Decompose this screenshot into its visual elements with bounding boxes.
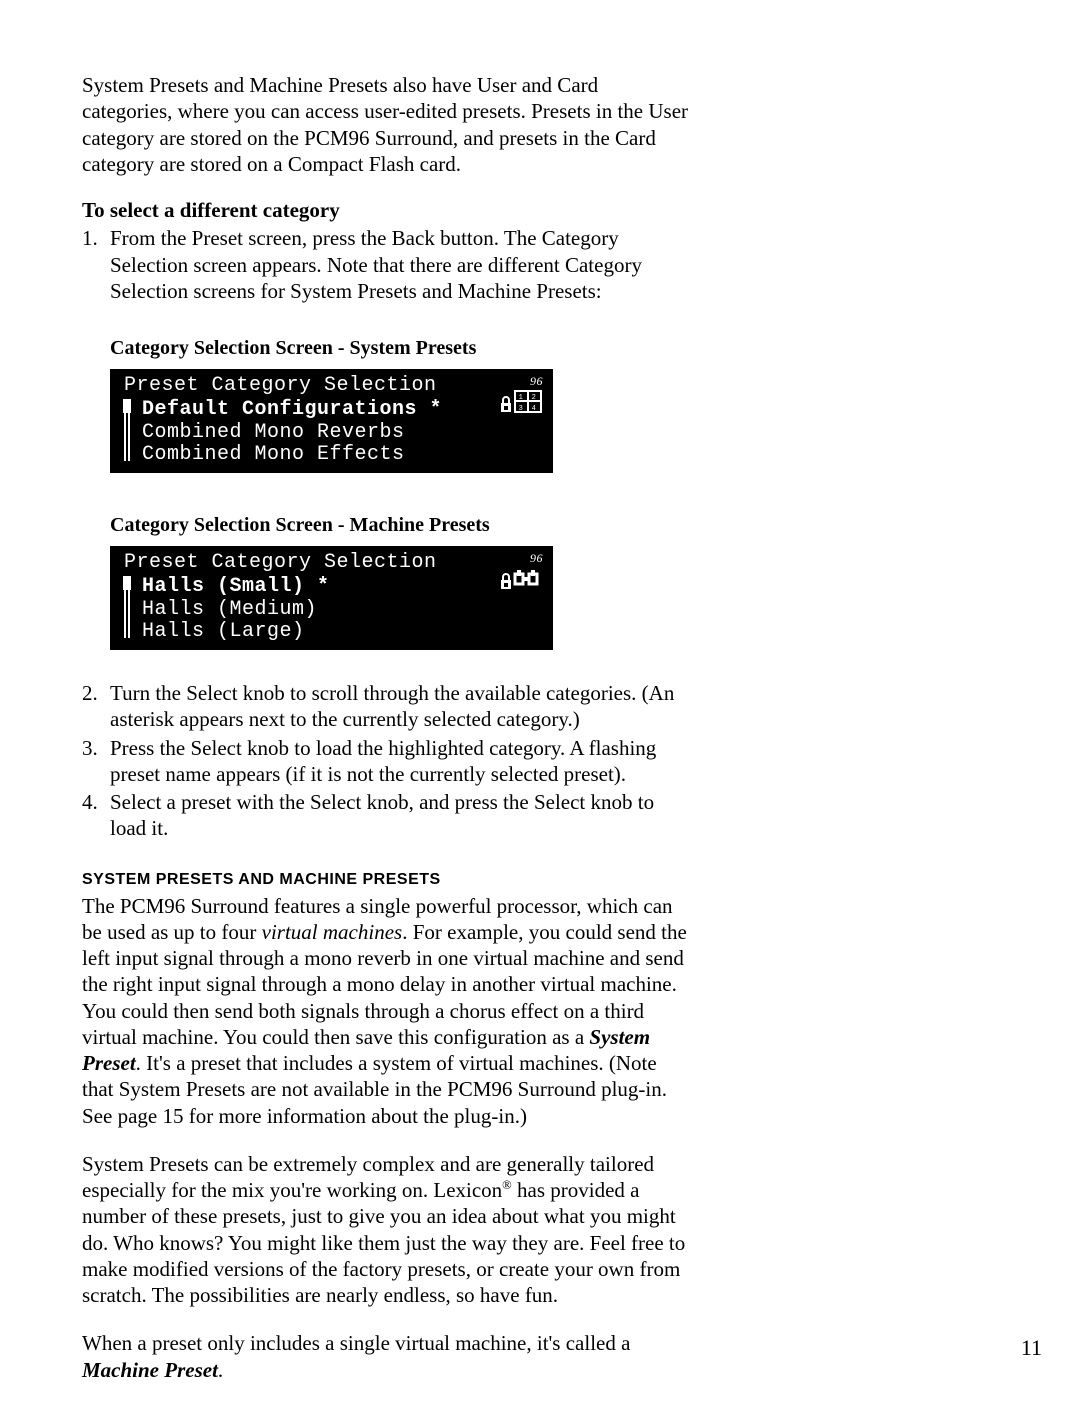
lcd-corner-icons: 96 [501,552,543,590]
svg-text:2: 2 [532,394,537,402]
body-para-3: When a preset only includes a single vir… [82,1330,692,1383]
step-4: 4. Select a preset with the Select knob,… [82,789,692,842]
svg-text:3: 3 [519,405,524,413]
step-text: Select a preset with the Select knob, an… [110,790,654,840]
lcd-corner-icons: 96 1 2 3 4 [501,375,543,413]
lock-and-machine-icon [501,566,543,590]
lcd-title: Preset Category Selection [124,552,539,574]
svg-text:1: 1 [519,394,524,402]
step-2: 2. Turn the Select knob to scroll throug… [82,680,692,733]
lcd-row: Halls (Medium) [124,599,539,621]
italic-run: virtual machines [262,920,403,944]
steps-list-top: 1. From the Preset screen, press the Bac… [82,225,692,304]
step-1: 1. From the Preset screen, press the Bac… [82,225,692,304]
sample-rate-label: 96 [501,552,543,564]
step-text: Turn the Select knob to scroll through t… [110,681,674,731]
step-num: 2. [82,680,104,706]
bold-run: Machine Preset [82,1358,218,1382]
intro-paragraph: System Presets and Machine Presets also … [82,72,692,177]
lcd-row: Halls (Large) [124,621,539,643]
step-3: 3. Press the Select knob to load the hig… [82,735,692,788]
steps-list-bottom: 2. Turn the Select knob to scroll throug… [82,680,692,842]
lcd-row-selected: Halls (Small) * [124,576,539,598]
text-run: When a preset only includes a single vir… [82,1331,630,1355]
page-content: System Presets and Machine Presets also … [82,72,692,1405]
screen1-label: Category Selection Screen - System Prese… [110,336,692,361]
lcd-row: Combined Mono Reverbs [124,422,539,444]
lcd-title: Preset Category Selection [124,375,539,397]
text-run: . [218,1358,223,1382]
screen2-label: Category Selection Screen - Machine Pres… [110,513,692,538]
section-title: SYSTEM PRESETS AND MACHINE PRESETS [82,870,692,890]
lcd-scrollbar [124,576,130,638]
lock-and-grid-icon: 1 2 3 4 [501,389,543,413]
step-num: 4. [82,789,104,815]
sample-rate-label: 96 [501,375,543,387]
step-num: 3. [82,735,104,761]
svg-text:4: 4 [532,405,537,413]
select-heading: To select a different category [82,197,692,223]
lcd-row: Combined Mono Effects [124,444,539,466]
lcd-scrollbar [124,399,130,461]
lcd-screen-system: Preset Category Selection Default Config… [110,369,553,473]
text-run: . It's a preset that includes a system o… [82,1051,667,1128]
page-number: 11 [1021,1335,1042,1361]
step-text: From the Preset screen, press the Back b… [110,226,642,303]
registered-symbol: ® [502,1178,512,1192]
step-text: Press the Select knob to load the highli… [110,736,656,786]
lcd-screen-machine: Preset Category Selection Halls (Small) … [110,546,553,650]
step-num: 1. [82,225,104,251]
lcd-row-selected: Default Configurations * [124,399,539,421]
body-para-2: System Presets can be extremely complex … [82,1151,692,1309]
body-para-1: The PCM96 Surround features a single pow… [82,893,692,1129]
